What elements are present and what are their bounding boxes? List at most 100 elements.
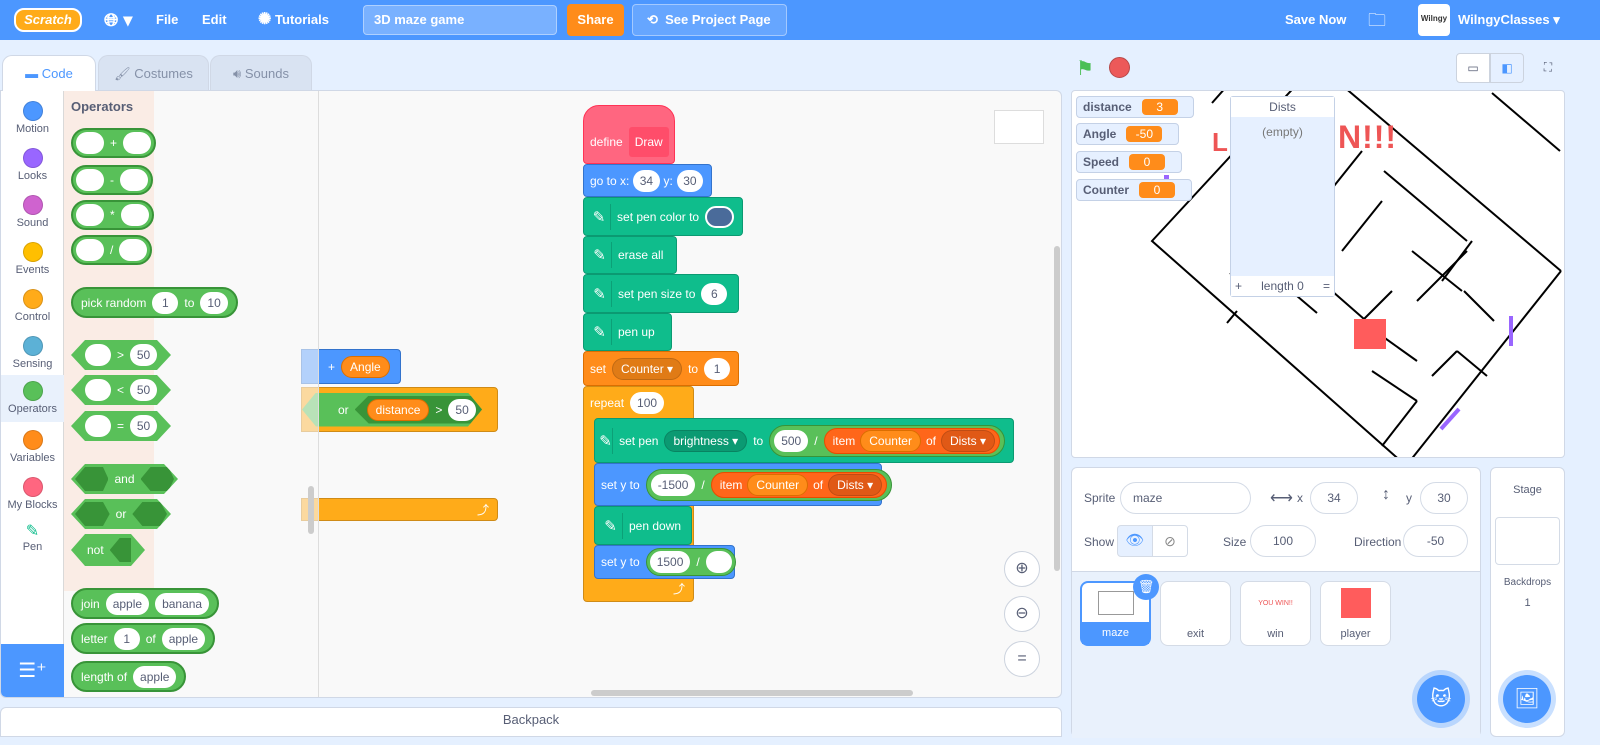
save-now-button[interactable]: Save Now [1285,0,1346,40]
direction-input[interactable]: -50 [1403,525,1468,557]
length-of-block[interactable]: length of apple [71,661,187,692]
minimap[interactable] [994,110,1044,144]
category-events[interactable]: Events [1,236,64,283]
pen-down-block[interactable]: ✎ pen down [594,506,692,545]
add-backdrop-button[interactable]: 🖼︎ [1503,675,1551,723]
set-pen-brightness-block[interactable]: ✎ set pen brightness ▾ to 500 / item Counter of… [594,418,1014,463]
category-motion[interactable]: Motion [1,95,64,142]
set-pen-brightness-block-part: to [753,433,764,448]
y-label: y [1406,491,1412,505]
backpack[interactable]: Backpack [0,707,1062,737]
small-stage-button[interactable]: ▭ [1456,53,1490,83]
control-dot-icon [22,289,43,309]
green-flag-icon[interactable]: ⚑ [1076,56,1094,81]
less-than-block[interactable]: <50 [71,375,171,405]
fullscreen-button[interactable]: ⛶ [1532,53,1564,83]
sprite-name-input[interactable]: maze [1120,482,1251,514]
x-input[interactable]: 34 [1310,482,1358,514]
horizontal-scrollbar[interactable] [591,690,913,696]
define-hat-block[interactable]: define Draw [583,105,675,164]
set-variable-block[interactable]: set Counter ▾ to 1 [583,351,739,386]
list-resize-handle[interactable]: = [1323,279,1330,293]
maze-drawing-part [1381,400,1418,447]
username-menu[interactable]: WilngyClasses ▾ [1458,0,1560,40]
tab-costumes[interactable]: 🖌︎ Costumes [98,55,209,91]
size-input[interactable]: 100 [1250,525,1316,557]
maze-drawing-part [1347,91,1562,272]
scratch-logo[interactable]: Scratch [14,8,82,32]
category-pen[interactable]: ✎ Pen [1,517,64,564]
category-sensing[interactable]: Sensing [1,330,64,377]
my-stuff-folder-icon[interactable]: 🗀︎ [1368,0,1386,40]
add-extension-button[interactable]: ☰⁺ [1,644,64,697]
zoom-in-button[interactable]: ⊕ [1004,551,1040,587]
go-to-xy-block[interactable]: go to x: 34 y: 30 [583,164,712,197]
pick-random-block[interactable]: pick random 1 to 10 [71,287,238,318]
y-input[interactable]: 30 [1420,482,1468,514]
language-globe-icon[interactable]: 🌐︎ ▾ [104,0,132,40]
avatar[interactable]: Wilngy [1418,4,1450,36]
stop-icon[interactable] [1109,57,1130,78]
stage-thumbnail[interactable] [1495,517,1560,565]
divide-block[interactable]: / [71,235,153,265]
join-block[interactable]: join apple banana [71,588,220,619]
category-control[interactable]: Control [1,283,64,330]
stray-c-block-bottom[interactable]: ⤴ [301,498,498,521]
monitor-counter[interactable]: Counter 0 [1076,179,1192,201]
category-sound[interactable]: Sound [1,189,64,236]
subtract-block[interactable]: - [71,165,153,195]
multiply-block[interactable]: * [71,200,154,230]
letter-of-block[interactable]: letter 1 of apple [71,623,216,654]
equals-block[interactable]: = 50 [71,411,171,441]
category-variables[interactable]: Variables [1,424,64,471]
add-block[interactable]: + [71,128,157,158]
monitor-distance[interactable]: distance 3 [1076,96,1194,118]
stray-if-block[interactable]: or distance >50 [301,387,498,432]
edit-menu[interactable]: Edit [202,0,227,40]
sprite-tile-player-part [1340,588,1371,618]
greater-than-block[interactable]: >50 [71,340,171,370]
monitor-counter-part: Counter [1083,183,1129,197]
zoom-out-button[interactable]: ⊖ [1004,596,1040,632]
vertical-scrollbar[interactable] [1054,246,1060,571]
reset-zoom-button[interactable]: = [1004,641,1040,677]
monitor-speed[interactable]: Speed 0 [1076,151,1182,173]
set-y-block-2[interactable]: set y to 1500 / [594,545,736,579]
see-project-page-button[interactable]: ⟲ See Project Page [632,4,787,36]
delete-sprite-button[interactable]: 🗑︎ [1133,574,1159,600]
share-button[interactable]: Share [567,4,624,36]
set-y-block[interactable]: set y to -1500 / item Counter of Dists ▾ [594,463,893,506]
erase-all-block[interactable]: ✎ erase all [583,236,677,274]
tab-sounds[interactable]: 🔊︎ Sounds [210,55,312,91]
tab-code[interactable]: ▬ Code [2,55,96,91]
monitor-angle[interactable]: Angle -50 [1076,123,1179,145]
list-monitor-dists[interactable]: Dists (empty) + length 0 = [1230,96,1335,297]
category-operators[interactable]: Operators [1,375,64,422]
color-swatch[interactable] [705,205,734,228]
variable-dropdown[interactable]: Counter ▾ [612,357,683,380]
category-looks[interactable]: Looks [1,142,64,189]
large-stage-button[interactable]: ◧ [1490,53,1524,83]
project-title-input[interactable]: 3D maze game [363,5,557,35]
set-pen-size-block[interactable]: ✎ set pen size to 6 [583,274,739,313]
file-menu[interactable]: File [156,0,178,40]
not-block[interactable]: not [71,534,145,566]
or-condition[interactable]: or distance >50 [302,393,482,427]
tutorials-button[interactable]: ✺ Tutorials [258,0,329,40]
palette-scrollbar[interactable] [308,486,314,534]
sprite-tile-exit[interactable]: exit [1160,581,1231,646]
set-pen-color-block[interactable]: ✎ set pen color to [583,197,743,236]
monitor-speed-part: Speed [1083,155,1120,169]
sprite-tile-win[interactable]: YOU WIN!! win [1240,581,1311,646]
add-sprite-button[interactable]: 🐱︎ [1417,675,1465,723]
or-block[interactable]: or [71,499,171,529]
maze-drawing-part [1296,295,1318,314]
set-pen-size-block-part: set pen size to [618,286,696,301]
category-my-blocks[interactable]: My Blocks [1,471,64,518]
and-block[interactable]: and [71,464,178,494]
show-visible-button[interactable]: 👁︎ [1117,525,1153,557]
sprite-tile-player[interactable]: player [1320,581,1391,646]
show-hidden-button[interactable]: ⊘ [1152,525,1188,557]
list-add-button[interactable]: + [1235,279,1242,293]
pen-up-block[interactable]: ✎ pen up [583,313,672,351]
